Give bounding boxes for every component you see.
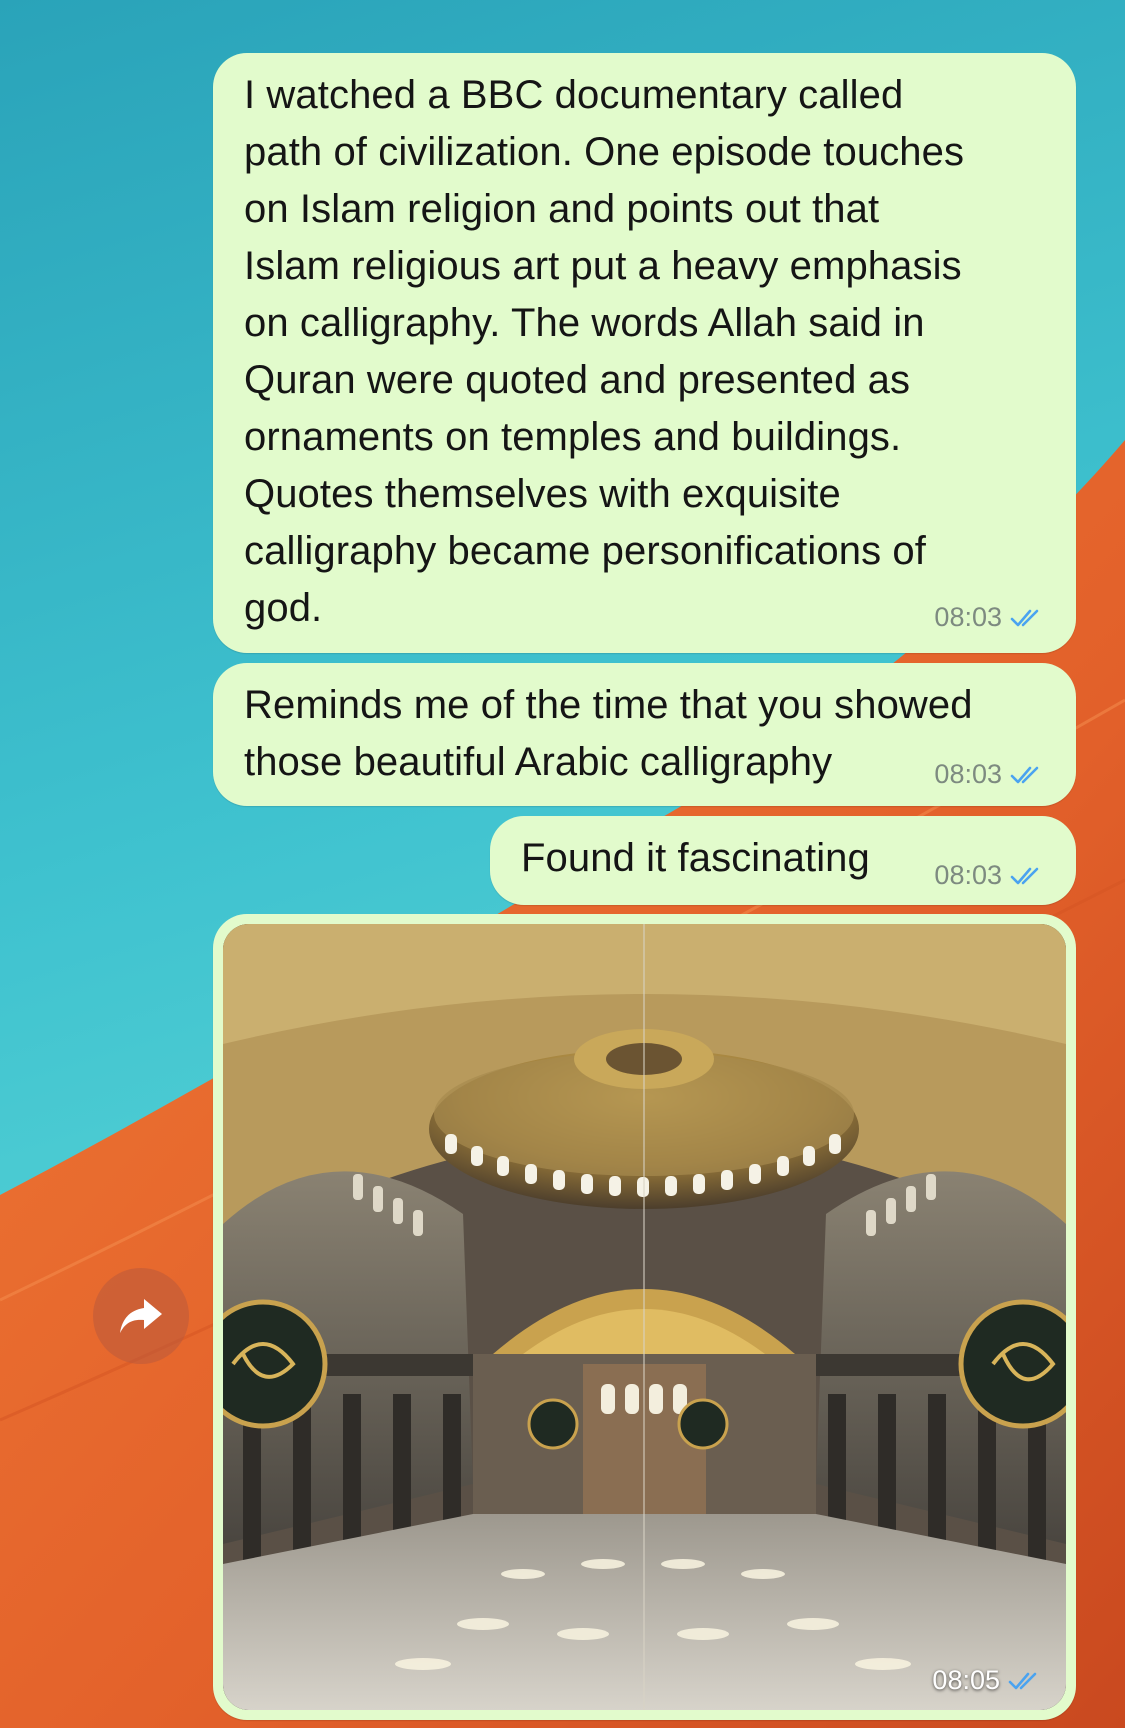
- outgoing-message[interactable]: Found it fascinating 08:03: [490, 816, 1076, 905]
- image-meta: 08:05: [932, 1665, 1044, 1696]
- message-text: I watched a BBC documentary called path …: [244, 73, 965, 630]
- image-message[interactable]: 08:05: [213, 914, 1076, 1720]
- outgoing-message[interactable]: Reminds me of the time that you showed t…: [213, 663, 1076, 806]
- message-time: 08:03: [934, 602, 1002, 632]
- message-meta: 08:03: [934, 602, 1046, 633]
- hagia-sophia-interior-photo[interactable]: 08:05: [223, 924, 1066, 1710]
- message-meta: 08:03: [934, 860, 1046, 891]
- message-time: 08:05: [932, 1665, 1000, 1695]
- message-time: 08:03: [934, 759, 1002, 789]
- forward-button[interactable]: [93, 1268, 189, 1364]
- double-check-icon: [1010, 867, 1039, 884]
- message-text: Reminds me of the time that you showed t…: [244, 683, 973, 784]
- forward-arrow-icon: [120, 1299, 162, 1333]
- double-check-icon: [1008, 1672, 1037, 1689]
- message-time: 08:03: [934, 860, 1002, 890]
- double-check-icon: [1010, 609, 1039, 626]
- message-meta: 08:03: [934, 759, 1046, 790]
- outgoing-message[interactable]: I watched a BBC documentary called path …: [213, 53, 1076, 653]
- double-check-icon: [1010, 766, 1039, 783]
